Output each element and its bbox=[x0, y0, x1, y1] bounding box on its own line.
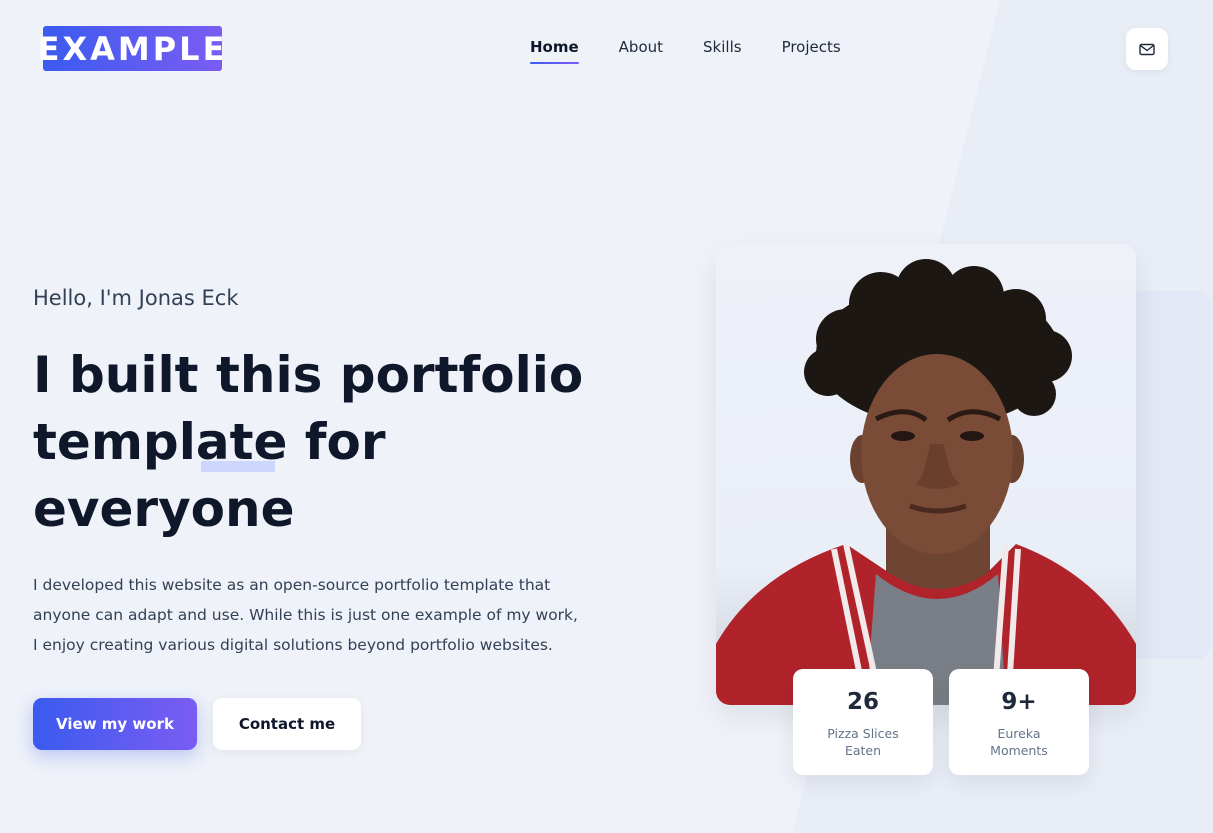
main-nav: Home About Skills Projects bbox=[530, 38, 841, 64]
stat-value: 26 bbox=[846, 689, 879, 715]
portfolio-page: EXAMPLE Home About Skills Projects Hello… bbox=[0, 0, 1213, 833]
contact-me-button[interactable]: Contact me bbox=[213, 698, 361, 750]
stat-value: 9+ bbox=[1001, 689, 1037, 715]
nav-item-skills[interactable]: Skills bbox=[703, 38, 742, 64]
stat-card-pizza: 26 Pizza Slices Eaten bbox=[793, 669, 933, 775]
portrait-illustration bbox=[716, 259, 1136, 705]
nav-item-projects[interactable]: Projects bbox=[782, 38, 841, 64]
nav-item-about[interactable]: About bbox=[619, 38, 663, 64]
portrait-photo bbox=[716, 244, 1136, 705]
contact-mail-button[interactable] bbox=[1126, 28, 1168, 70]
logo-text: EXAMPLE bbox=[37, 29, 228, 68]
nav-item-home[interactable]: Home bbox=[530, 38, 579, 64]
hero-greeting: Hello, I'm Jonas Eck bbox=[33, 286, 239, 310]
mail-icon bbox=[1139, 43, 1155, 55]
stat-label: Pizza Slices Eaten bbox=[827, 726, 899, 758]
stat-card-eureka: 9+ Eureka Moments bbox=[949, 669, 1089, 775]
stat-label: Eureka Moments bbox=[990, 726, 1048, 758]
hero-headline: I built this portfolio template for ever… bbox=[33, 346, 584, 538]
view-work-button[interactable]: View my work bbox=[33, 698, 197, 750]
site-logo[interactable]: EXAMPLE bbox=[38, 26, 224, 71]
hero-description: I developed this website as an open-sour… bbox=[33, 576, 578, 654]
